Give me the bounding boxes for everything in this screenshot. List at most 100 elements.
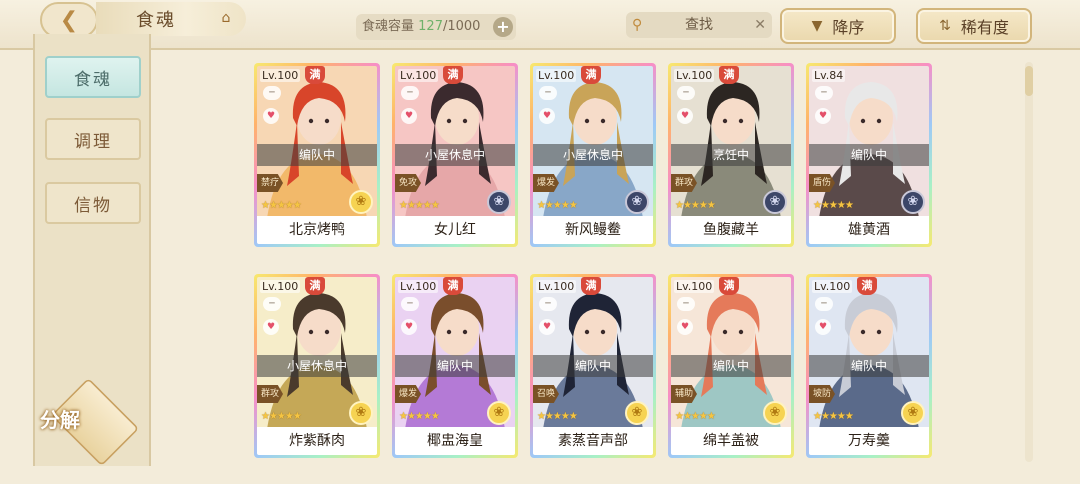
heart-icon[interactable]: ♥ — [401, 319, 417, 335]
level-label: Lv.100 — [260, 69, 301, 82]
search-input[interactable]: ⚲ 查找 ✕ — [626, 12, 772, 38]
status-banner: 小屋休息中 — [257, 355, 377, 377]
card-name: 鱼腹藏羊 — [671, 216, 791, 244]
role-tag: 爆发 — [533, 174, 559, 192]
heart-icon[interactable]: ♥ — [539, 319, 555, 335]
level-label: Lv.100 — [536, 69, 577, 82]
star-rating: ★★★★★ — [261, 411, 302, 422]
card-name: 绵羊盖被 — [671, 427, 791, 455]
sort-down-icon: ▼ — [811, 18, 823, 34]
capacity-current: 127 — [418, 19, 443, 34]
card-name: 新风鳗鲞 — [533, 216, 653, 244]
status-banner: 编队中 — [257, 144, 377, 166]
capacity-max: /1000 — [442, 19, 481, 34]
flower-badge-icon: ❀ — [349, 190, 373, 214]
sort-order-button[interactable]: ▼ 降序 — [780, 8, 896, 44]
tab-conditioning[interactable]: 调理 — [45, 118, 141, 160]
sort-toggle-icon: ⇅ — [939, 18, 951, 34]
heart-icon[interactable]: ♥ — [815, 108, 831, 124]
level-label: Lv.100 — [398, 280, 439, 293]
card-body: Lv.100 满 ─ ♥ 烹饪中 群攻 ★★★★★ ❀ 鱼腹藏羊 — [671, 66, 791, 244]
food-soul-card[interactable]: Lv.84 ─ ♥ 编队中 盾伤 ★★★★★ ❀ 雄黄酒 — [806, 63, 932, 247]
capacity-display: 食魂容量 127/1000 + — [356, 14, 516, 40]
status-banner: 烹饪中 — [671, 144, 791, 166]
sort-order-label: 降序 — [832, 18, 865, 37]
role-tag: 盾伤 — [809, 174, 835, 192]
role-tag: 免攻 — [395, 174, 421, 192]
heart-icon[interactable]: ♥ — [677, 319, 693, 335]
lock-chip-icon[interactable]: ─ — [263, 86, 281, 100]
lock-chip-icon[interactable]: ─ — [401, 297, 419, 311]
status-banner: 小屋休息中 — [395, 144, 515, 166]
lock-chip-icon[interactable]: ─ — [401, 86, 419, 100]
sidebar: 食魂 调理 信物 — [33, 34, 151, 467]
tab-label: 食魂 — [74, 69, 112, 90]
card-body: Lv.100 满 ─ ♥ 编队中 召唤 ★★★★★ ❀ 素蒸音声部 — [533, 277, 653, 455]
food-soul-card[interactable]: Lv.100 满 ─ ♥ 编队中 召唤 ★★★★★ ❀ 素蒸音声部 — [530, 274, 656, 458]
search-icon: ⚲ — [632, 17, 643, 33]
card-body: Lv.100 满 ─ ♥ 编队中 辅助 ★★★★★ ❀ 绵羊盖被 — [671, 277, 791, 455]
food-soul-card[interactable]: Lv.100 满 ─ ♥ 编队中 辅助 ★★★★★ ❀ 绵羊盖被 — [668, 274, 794, 458]
flower-badge-icon: ❀ — [487, 190, 511, 214]
lock-chip-icon[interactable]: ─ — [815, 86, 833, 100]
level-label: Lv.100 — [812, 280, 853, 293]
lock-chip-icon[interactable]: ─ — [263, 297, 281, 311]
card-body: Lv.84 ─ ♥ 编队中 盾伤 ★★★★★ ❀ 雄黄酒 — [809, 66, 929, 244]
lock-chip-icon[interactable]: ─ — [539, 86, 557, 100]
sort-rarity-button[interactable]: ⇅ 稀有度 — [916, 8, 1032, 44]
star-rating: ★★★★★ — [399, 200, 440, 211]
top-bar: ❮ 食魂 ⌂ 食魂容量 127/1000 + ⚲ 查找 ✕ ▼ 降序 ⇅ 稀有度 — [0, 0, 1080, 50]
card-name: 北京烤鸭 — [257, 216, 377, 244]
heart-icon[interactable]: ♥ — [677, 108, 693, 124]
role-tag: 群攻 — [257, 385, 283, 403]
card-body: Lv.100 满 ─ ♥ 编队中 禁疗 ★★★★★ ❀ 北京烤鸭 — [257, 66, 377, 244]
tab-food-souls[interactable]: 食魂 — [45, 56, 141, 98]
lock-chip-icon[interactable]: ─ — [677, 86, 695, 100]
food-soul-card[interactable]: Lv.100 满 ─ ♥ 小屋休息中 群攻 ★★★★★ ❀ 炸紫酥肉 — [254, 274, 380, 458]
title-plate: 食魂 ⌂ — [96, 2, 246, 36]
home-icon[interactable]: ⌂ — [216, 10, 238, 28]
card-name: 女儿红 — [395, 216, 515, 244]
search-label: 查找 — [685, 17, 713, 33]
decompose-button[interactable]: 分解 — [22, 404, 98, 433]
card-name: 炸紫酥肉 — [257, 427, 377, 455]
food-soul-card[interactable]: Lv.100 满 ─ ♥ 小屋休息中 免攻 ★★★★★ ❀ 女儿红 — [392, 63, 518, 247]
heart-icon[interactable]: ♥ — [815, 319, 831, 335]
card-body: Lv.100 满 ─ ♥ 小屋休息中 爆发 ★★★★★ ❀ 新风鳗鲞 — [533, 66, 653, 244]
flower-badge-icon: ❀ — [763, 401, 787, 425]
flower-badge-icon: ❀ — [763, 190, 787, 214]
clear-search-icon[interactable]: ✕ — [754, 12, 766, 38]
flower-badge-icon: ❀ — [901, 190, 925, 214]
capacity-add-button[interactable]: + — [493, 17, 513, 37]
food-soul-card[interactable]: Lv.100 满 ─ ♥ 小屋休息中 爆发 ★★★★★ ❀ 新风鳗鲞 — [530, 63, 656, 247]
heart-icon[interactable]: ♥ — [263, 108, 279, 124]
max-badge: 满 — [719, 277, 739, 295]
lock-chip-icon[interactable]: ─ — [815, 297, 833, 311]
food-soul-card[interactable]: Lv.100 满 ─ ♥ 编队中 坡防 ★★★★★ ❀ 万寿羹 — [806, 274, 932, 458]
flower-badge-icon: ❀ — [901, 401, 925, 425]
back-button[interactable]: ❮ — [40, 2, 98, 38]
card-name: 万寿羹 — [809, 427, 929, 455]
food-soul-card[interactable]: Lv.100 满 ─ ♥ 烹饪中 群攻 ★★★★★ ❀ 鱼腹藏羊 — [668, 63, 794, 247]
heart-icon[interactable]: ♥ — [401, 108, 417, 124]
lock-chip-icon[interactable]: ─ — [677, 297, 695, 311]
tab-label: 调理 — [74, 131, 112, 152]
card-body: Lv.100 满 ─ ♥ 编队中 爆发 ★★★★★ ❀ 椰盅海皇 — [395, 277, 515, 455]
status-banner: 编队中 — [809, 144, 929, 166]
star-rating: ★★★★★ — [537, 200, 578, 211]
food-soul-card[interactable]: Lv.100 满 ─ ♥ 编队中 爆发 ★★★★★ ❀ 椰盅海皇 — [392, 274, 518, 458]
heart-icon[interactable]: ♥ — [539, 108, 555, 124]
tab-tokens[interactable]: 信物 — [45, 182, 141, 224]
lock-chip-icon[interactable]: ─ — [539, 297, 557, 311]
scrollbar-track[interactable] — [1025, 62, 1033, 462]
max-badge: 满 — [305, 277, 325, 295]
scrollbar-thumb[interactable] — [1025, 66, 1033, 96]
heart-icon[interactable]: ♥ — [263, 319, 279, 335]
max-badge: 满 — [581, 66, 601, 84]
role-tag: 爆发 — [395, 385, 421, 403]
level-label: Lv.84 — [812, 69, 846, 82]
food-soul-card[interactable]: Lv.100 满 ─ ♥ 编队中 禁疗 ★★★★★ ❀ 北京烤鸭 — [254, 63, 380, 247]
status-banner: 编队中 — [395, 355, 515, 377]
flower-badge-icon: ❀ — [625, 401, 649, 425]
flower-badge-icon: ❀ — [349, 401, 373, 425]
